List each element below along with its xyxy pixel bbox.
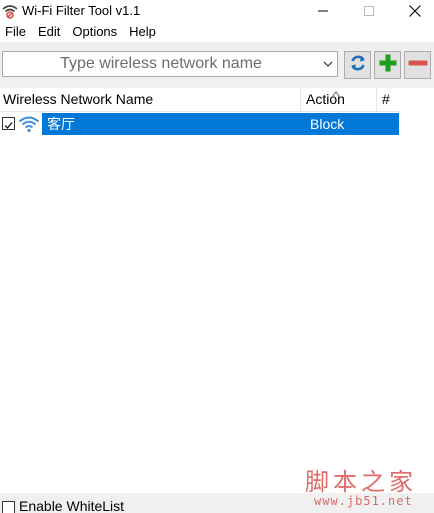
menu-help[interactable]: Help [124,22,163,42]
row-action: Block [310,116,345,132]
minus-icon [407,53,429,78]
menu-options[interactable]: Options [67,22,124,42]
add-network-button[interactable] [374,51,401,79]
wifi-filter-app-icon [2,3,18,19]
column-header-network-name[interactable]: Wireless Network Name [3,88,300,111]
menu-file[interactable]: File [0,22,33,42]
refresh-button[interactable] [344,51,371,79]
menu-edit[interactable]: Edit [33,22,67,42]
network-name-placeholder[interactable]: Type wireless network name [3,52,319,76]
close-button[interactable] [392,0,434,22]
toolbar: Type wireless network name [0,42,434,88]
row-checkbox[interactable] [2,117,15,130]
watermark-url: www.jb51.net [314,494,413,508]
wifi-icon [18,115,40,133]
plus-icon [378,53,398,78]
menu-bar: File Edit Options Help [0,22,434,42]
app-window: Wi-Fi Filter Tool v1.1 File Edit Options… [0,0,434,513]
chevron-down-icon[interactable] [322,56,334,72]
network-name-combobox[interactable]: Type wireless network name [2,51,338,77]
remove-network-button[interactable] [404,51,431,79]
maximize-button[interactable] [346,0,392,22]
refresh-icon [348,53,368,78]
minimize-button[interactable] [300,0,346,22]
row-selection-highlight [42,113,399,135]
row-network-name: 客厅 [47,116,75,132]
column-header-number[interactable]: # [376,88,400,111]
enable-whitelist-checkbox[interactable] [2,501,15,513]
watermark-text: 脚本之家 [305,468,417,496]
title-bar[interactable]: Wi-Fi Filter Tool v1.1 [0,0,434,22]
network-list-header: Wireless Network Name Action # [0,88,400,112]
table-row[interactable]: 客厅 Block [0,113,400,135]
sort-ascending-icon [332,84,340,97]
window-title: Wi-Fi Filter Tool v1.1 [22,3,141,18]
enable-whitelist-label[interactable]: Enable WhiteList [19,498,124,513]
